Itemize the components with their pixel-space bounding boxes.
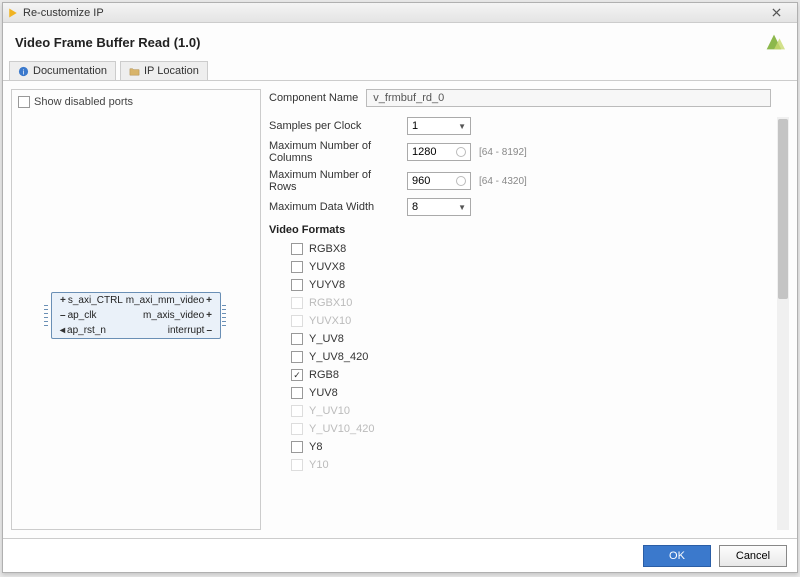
format-y-uv8[interactable]: Y_UV8 bbox=[269, 330, 777, 348]
chevron-down-icon: ▼ bbox=[458, 203, 466, 212]
close-icon bbox=[772, 8, 781, 17]
param-max-rows: Maximum Number of Rows 960 [64 - 4320] bbox=[269, 169, 777, 193]
show-disabled-ports-checkbox[interactable]: Show disabled ports bbox=[18, 96, 254, 108]
format-y-uv10: Y_UV10 bbox=[269, 402, 777, 420]
ip-diagram: +s_axi_CTRLm_axi_mm_video+ –ap_clkm_axis… bbox=[18, 108, 254, 523]
tab-label: Documentation bbox=[33, 65, 107, 77]
info-icon: i bbox=[18, 66, 29, 77]
close-button[interactable] bbox=[759, 5, 793, 21]
parameters-panel: Samples per Clock 1▼ Maximum Number of C… bbox=[269, 117, 789, 530]
vendor-logo-icon bbox=[763, 31, 785, 53]
page-title: Video Frame Buffer Read (1.0) bbox=[15, 35, 763, 50]
format-y-uv8-420[interactable]: Y_UV8_420 bbox=[269, 348, 777, 366]
format-yuvx8[interactable]: YUVX8 bbox=[269, 258, 777, 276]
format-rgbx8[interactable]: RGBX8 bbox=[269, 240, 777, 258]
samples-per-clock-select[interactable]: 1▼ bbox=[407, 117, 471, 135]
param-max-data-width: Maximum Data Width 8▼ bbox=[269, 198, 777, 216]
format-y8[interactable]: Y8 bbox=[269, 438, 777, 456]
component-name-field[interactable]: v_frmbuf_rd_0 bbox=[366, 89, 771, 107]
format-yuyv8[interactable]: YUYV8 bbox=[269, 276, 777, 294]
checkbox-icon bbox=[18, 96, 30, 108]
param-max-columns: Maximum Number of Columns 1280 [64 - 819… bbox=[269, 140, 777, 164]
range-hint: [64 - 4320] bbox=[479, 176, 527, 187]
dialog-window: Re-customize IP Video Frame Buffer Read … bbox=[2, 2, 798, 573]
format-rgbx10: RGBX10 bbox=[269, 294, 777, 312]
tab-ip-location[interactable]: IP Location bbox=[120, 61, 208, 80]
content-area: Show disabled ports +s_axi_CTRLm_axi_mm_… bbox=[3, 81, 797, 538]
folder-icon bbox=[129, 66, 140, 77]
scrollbar[interactable] bbox=[777, 117, 789, 530]
right-pane: Component Name v_frmbuf_rd_0 Samples per… bbox=[269, 89, 789, 530]
scrollbar-thumb[interactable] bbox=[778, 119, 788, 299]
video-formats-heading: Video Formats bbox=[269, 224, 777, 236]
chevron-down-icon: ▼ bbox=[458, 122, 466, 131]
tab-documentation[interactable]: i Documentation bbox=[9, 61, 116, 80]
ok-button[interactable]: OK bbox=[643, 545, 711, 567]
checkbox-checked-icon: ✓ bbox=[291, 369, 303, 381]
footer: OK Cancel bbox=[3, 538, 797, 572]
max-columns-input[interactable]: 1280 bbox=[407, 143, 471, 161]
left-pane: Show disabled ports +s_axi_CTRLm_axi_mm_… bbox=[11, 89, 261, 530]
format-yuvx10: YUVX10 bbox=[269, 312, 777, 330]
component-name-row: Component Name v_frmbuf_rd_0 bbox=[269, 89, 789, 107]
tab-label: IP Location bbox=[144, 65, 199, 77]
format-rgb8[interactable]: ✓RGB8 bbox=[269, 366, 777, 384]
app-icon bbox=[7, 7, 19, 19]
format-y10: Y10 bbox=[269, 456, 777, 474]
reset-icon[interactable] bbox=[456, 176, 466, 186]
range-hint: [64 - 8192] bbox=[479, 147, 527, 158]
format-y-uv10-420: Y_UV10_420 bbox=[269, 420, 777, 438]
window-title: Re-customize IP bbox=[23, 7, 104, 19]
checkbox-label: Show disabled ports bbox=[34, 96, 133, 108]
component-name-label: Component Name bbox=[269, 92, 358, 104]
reset-icon[interactable] bbox=[456, 147, 466, 157]
max-data-width-select[interactable]: 8▼ bbox=[407, 198, 471, 216]
tab-bar: i Documentation IP Location bbox=[3, 61, 797, 81]
header: Video Frame Buffer Read (1.0) bbox=[3, 23, 797, 61]
param-samples-per-clock: Samples per Clock 1▼ bbox=[269, 117, 777, 135]
ip-block[interactable]: +s_axi_CTRLm_axi_mm_video+ –ap_clkm_axis… bbox=[51, 292, 221, 339]
format-yuv8[interactable]: YUV8 bbox=[269, 384, 777, 402]
titlebar: Re-customize IP bbox=[3, 3, 797, 23]
cancel-button[interactable]: Cancel bbox=[719, 545, 787, 567]
max-rows-input[interactable]: 960 bbox=[407, 172, 471, 190]
